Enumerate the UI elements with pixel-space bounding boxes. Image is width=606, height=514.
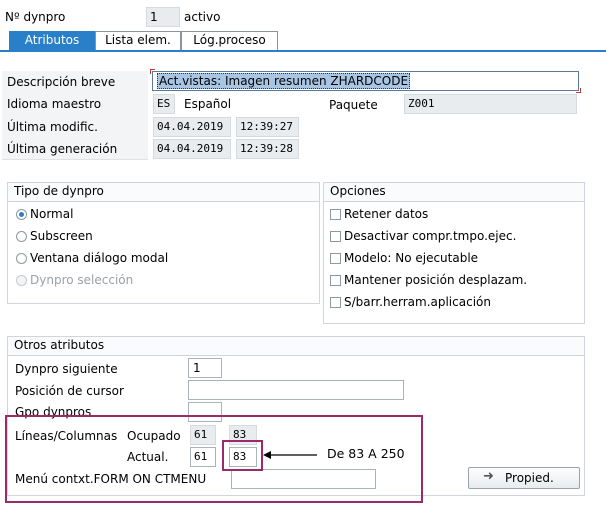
arrow-right-icon: ➜ xyxy=(483,469,494,484)
tab-atributos-label: Atributos xyxy=(24,33,80,47)
tab-lista-elem-label: Lista elem. xyxy=(105,33,171,47)
descripcion-input[interactable]: Act.vistas: Imagen resumen ZHARDCODE xyxy=(152,71,579,91)
checkbox-retener-datos-label: Retener datos xyxy=(344,207,429,221)
tab-lista-elem[interactable]: Lista elem. xyxy=(95,31,181,50)
propied-button[interactable]: ➜ Propied. xyxy=(468,467,580,489)
radio-normal[interactable] xyxy=(16,209,27,220)
modif-time-field: 12:39:27 xyxy=(236,117,299,137)
radio-ventana-modal[interactable] xyxy=(16,253,27,264)
tab-log-proceso[interactable]: Lóg.proceso xyxy=(181,31,278,50)
gen-time-field: 12:39:28 xyxy=(236,139,299,159)
checkbox-sbarr-herram[interactable] xyxy=(330,297,341,308)
tab-log-proceso-label: Lóg.proceso xyxy=(193,33,266,47)
descripcion-value: Act.vistas: Imagen resumen ZHARDCODE xyxy=(157,73,411,89)
checkbox-modelo[interactable] xyxy=(330,253,341,264)
modif-date-field: 04.04.2019 xyxy=(153,117,231,137)
posicion-cursor-label: Posición de cursor xyxy=(15,384,124,398)
checkbox-retener-datos[interactable] xyxy=(330,209,341,220)
otros-atributos-title: Otros atributos xyxy=(14,338,105,352)
tab-atributos[interactable]: Atributos xyxy=(9,31,95,50)
radio-normal-label: Normal xyxy=(30,207,74,221)
focus-corner-icon xyxy=(576,88,581,93)
radio-dynpro-seleccion-label: Dynpro selección xyxy=(30,273,134,287)
dynpro-siguiente-label: Dynpro siguiente xyxy=(15,362,118,376)
checkbox-mantener-posicion[interactable] xyxy=(330,275,341,286)
dynpro-number-label: Nº dynpro xyxy=(5,10,66,24)
dynpro-siguiente-input[interactable]: 1 xyxy=(188,358,222,378)
idioma-name: Español xyxy=(184,97,232,111)
idioma-code-field: ES xyxy=(153,94,175,114)
gen-date-field: 04.04.2019 xyxy=(153,139,231,159)
highlight-box-inner xyxy=(222,440,263,471)
annotation-arrow-icon xyxy=(263,451,317,459)
checkbox-desactivar-compr[interactable] xyxy=(330,231,341,242)
opciones-header: Opciones xyxy=(324,183,584,202)
paquete-label: Paquete xyxy=(329,98,378,112)
checkbox-desactivar-compr-label: Desactivar compr.tmpo.ejec. xyxy=(344,229,517,243)
focus-corner-icon xyxy=(150,69,155,74)
radio-dynpro-seleccion xyxy=(16,275,27,286)
idioma-label: Idioma maestro xyxy=(7,97,102,111)
radio-subscreen-label: Subscreen xyxy=(30,229,93,243)
propied-button-label: Propied. xyxy=(505,471,554,485)
checkbox-mantener-posicion-label: Mantener posición desplazam. xyxy=(344,273,528,287)
modif-label: Última modific. xyxy=(7,120,98,134)
radio-subscreen[interactable] xyxy=(16,231,27,242)
opciones-title: Opciones xyxy=(330,184,386,198)
checkbox-sbarr-herram-label: S/barr.herram.aplicación xyxy=(344,295,491,309)
gen-label: Última generación xyxy=(7,142,118,156)
otros-atributos-header: Otros atributos xyxy=(8,337,584,356)
descripcion-label: Descripción breve xyxy=(7,75,116,89)
checkbox-modelo-label: Modelo: No ejecutable xyxy=(344,251,479,265)
tipo-dynpro-title: Tipo de dynpro xyxy=(14,184,104,198)
paquete-field: Z001 xyxy=(404,94,577,114)
annotation-text: De 83 A 250 xyxy=(327,446,405,461)
tab-underline xyxy=(0,50,606,52)
dynpro-status: activo xyxy=(184,10,221,24)
dynpro-number-field: 1 xyxy=(146,7,180,27)
tipo-dynpro-header: Tipo de dynpro xyxy=(8,183,319,202)
posicion-cursor-input[interactable] xyxy=(188,380,404,400)
radio-ventana-modal-label: Ventana diálogo modal xyxy=(30,251,169,265)
